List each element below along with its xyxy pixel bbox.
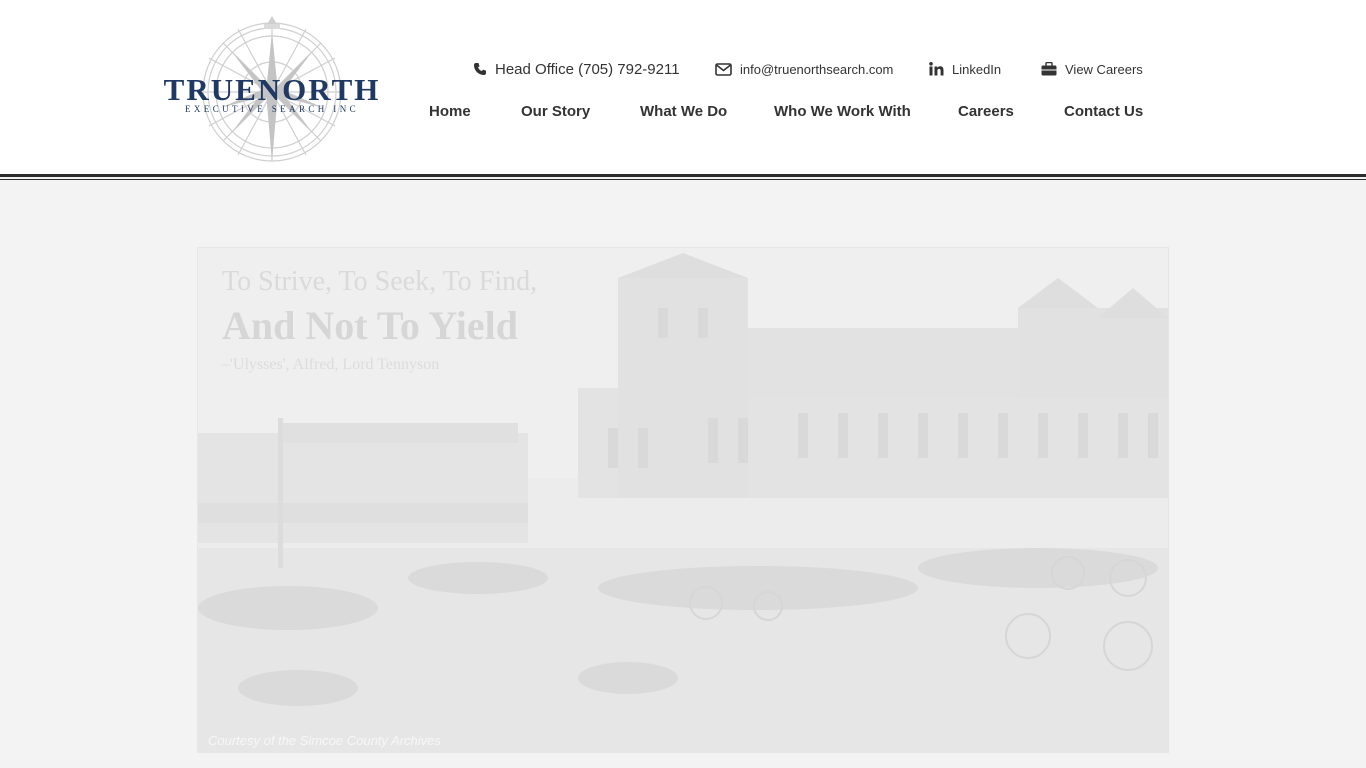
photo-credit: Courtesy of the Simcoe County Archives [208,733,441,748]
header-divider-thin [0,179,1366,180]
truenorth-logo[interactable]: TRUENORTH EXECUTIVE SEARCH INC [160,12,384,170]
hero-quote-line-1: To Strive, To Seek, To Find, [222,266,538,297]
view-careers-link[interactable]: View Careers [1041,58,1143,80]
linkedin-icon [929,62,944,76]
briefcase-icon [1041,62,1057,76]
linkedin-link[interactable]: LinkedIn [929,58,1001,80]
nav-careers[interactable]: Careers [958,100,1014,124]
email-link[interactable]: info@truenorthsearch.com [715,58,893,80]
nav-our-story[interactable]: Our Story [521,100,590,124]
hero-quote-line-2: And Not To Yield [222,303,519,348]
linkedin-text: LinkedIn [952,61,1002,77]
envelope-icon [715,62,732,76]
phone-text: Head Office (705) 792-9211 [495,60,680,78]
nav-what-we-do[interactable]: What We Do [640,100,727,124]
phone-icon [473,62,487,76]
logo-wordmark: TRUENORTH [163,72,381,107]
email-text: info@truenorthsearch.com [740,61,894,77]
phone-link[interactable]: Head Office (705) 792-9211 [473,58,680,80]
hero-banner: To Strive, To Seek, To Find, And Not To … [197,247,1169,753]
careers-text: View Careers [1065,61,1143,77]
nav-contact-us[interactable]: Contact Us [1064,100,1143,124]
nav-home[interactable]: Home [429,100,471,124]
header-divider [0,174,1366,177]
nav-who-we-work-with[interactable]: Who We Work With [774,100,911,124]
logo-tagline: EXECUTIVE SEARCH INC [185,104,359,114]
hero-quote-attribution: –'Ulysses', Alfred, Lord Tennyson [222,356,440,373]
